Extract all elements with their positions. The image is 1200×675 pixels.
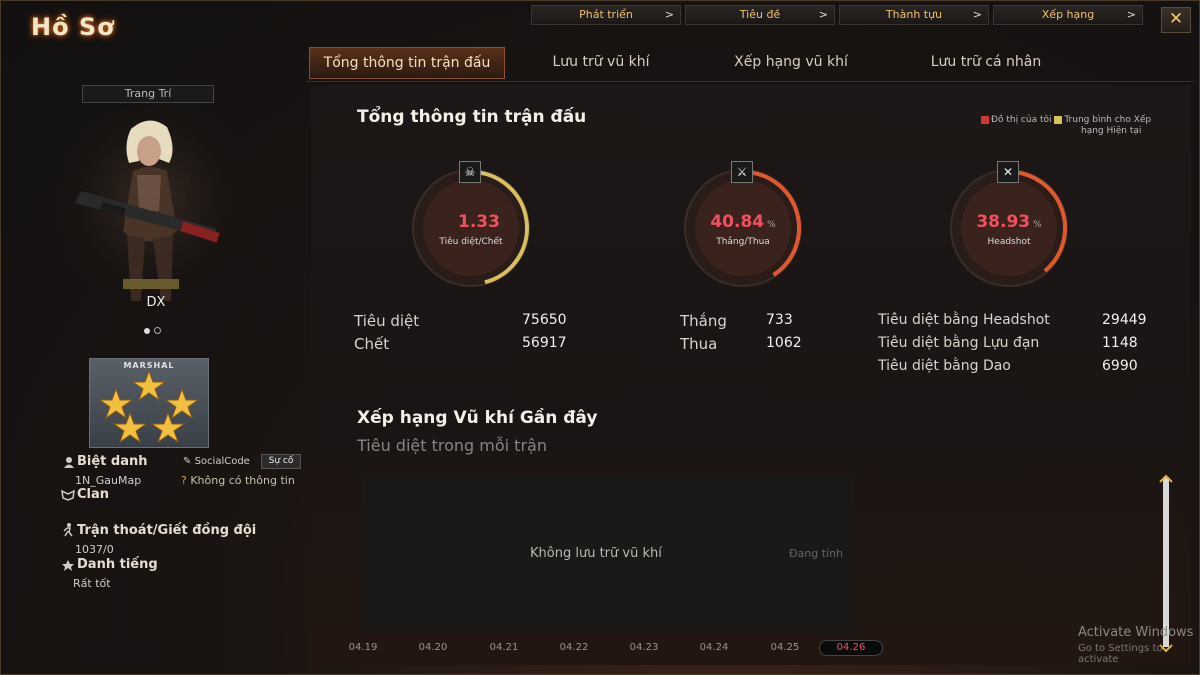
clan-icon (61, 489, 75, 501)
hs-kills-label: Tiêu diệt bằng Headshot (878, 312, 1050, 328)
gauge-kd-number: 1.33 (458, 212, 500, 232)
pager-dot[interactable] (154, 327, 161, 334)
losses-label: Thua (680, 335, 718, 353)
no-info-label: Không có thông tin (190, 474, 295, 487)
activate-windows-subtitle: Go to Settings to activate (1078, 643, 1163, 665)
knife-kills-value: 6990 (1102, 358, 1138, 374)
losses-value: 1062 (766, 335, 802, 351)
date-label[interactable]: 04.21 (484, 642, 524, 653)
kills-label: Tiêu diệt (354, 312, 420, 330)
date-label[interactable]: 04.24 (694, 642, 734, 653)
gauge-headshot-value: 38.93% (957, 212, 1061, 232)
hs-kills-value: 29449 (1102, 312, 1147, 328)
gauge-winrate-value: 40.84% (691, 212, 795, 232)
pager-dot-active[interactable] (144, 328, 150, 334)
tag-icon: ✎ (183, 456, 192, 467)
knife-kills-label: Tiêu diệt bằng Dao (878, 358, 1011, 374)
wins-value: 733 (766, 312, 793, 328)
socialcode-label: ✎ SocialCode (183, 456, 250, 467)
gauge-kd-value: 1.33 (419, 212, 539, 232)
activate-windows-title: Activate Windows (1078, 625, 1194, 640)
clan-label: Clan (77, 487, 110, 502)
grenade-kills-label: Tiêu diệt bằng Lựu đạn (878, 335, 1040, 351)
deaths-label: Chết (354, 335, 390, 353)
recent-ranking-subtitle: Tiêu diệt trong mỗi trận (357, 436, 547, 455)
recent-ranking-title: Xếp hạng Vũ khí Gần đây (357, 408, 598, 428)
date-label[interactable]: 04.25 (765, 642, 805, 653)
date-label[interactable]: 04.22 (554, 642, 594, 653)
scroll-up-icon[interactable] (1159, 473, 1173, 483)
gauge-layer (412, 169, 1068, 287)
scrollbar-track[interactable] (1163, 477, 1169, 647)
rank-badge: MARSHAL (89, 358, 209, 448)
gauge-winrate-label: Thắng/Thua (716, 237, 770, 247)
headshot-icon: ✕ (997, 161, 1019, 183)
grenade-kills-value: 1148 (1102, 335, 1138, 351)
nickname-label: Biệt danh (77, 454, 148, 469)
no-weapon-text: Không lưu trữ vũ khí (530, 546, 662, 561)
rank-stars-icon (98, 369, 200, 444)
deaths-value: 56917 (522, 335, 567, 351)
date-label[interactable]: 04.23 (624, 642, 664, 653)
reputation-value: Rất tốt (73, 577, 111, 590)
reputation-label: Danh tiếng (77, 557, 158, 572)
date-label[interactable]: 04.20 (413, 642, 453, 653)
reputation-icon (62, 560, 74, 571)
skull-icon: ☠ (459, 161, 481, 183)
user-icon (64, 457, 74, 468)
profile-window: Hồ Sơ Phát triển > Tiêu đề > Thành tựu > Xế… (0, 0, 1200, 675)
calculating-text: Đang tính (789, 547, 844, 560)
crossed-rifles-icon: ⚔ (731, 161, 753, 183)
scrollbar-thumb[interactable] (1163, 477, 1169, 647)
escape-kill-team-value: 1037/0 (75, 543, 114, 556)
nickname-value: 1N_GauMap (75, 474, 142, 487)
character-pager[interactable] (144, 319, 165, 338)
running-icon (63, 523, 73, 537)
date-label[interactable]: 04.19 (343, 642, 383, 653)
gauge-headshot-unit: % (1033, 220, 1042, 230)
gauge-kd-label: Tiêu diệt/Chết (439, 237, 503, 247)
gauge-headshot-number: 38.93 (976, 212, 1031, 232)
support-button[interactable]: Sự cố (261, 454, 301, 469)
gauge-winrate-unit: % (767, 220, 776, 230)
date-label-active[interactable]: 04.26 (819, 640, 883, 656)
wins-label: Thắng (680, 312, 727, 330)
kills-value: 75650 (522, 312, 567, 328)
escape-kill-team-label: Trận thoát/Giết đồng đội (77, 523, 257, 538)
gauge-winrate-number: 40.84 (710, 212, 765, 232)
no-info-text: ? Không có thông tin (181, 474, 295, 487)
help-icon: ? (181, 474, 187, 487)
gauge-headshot-label: Headshot (987, 237, 1031, 247)
socialcode-text: SocialCode (194, 456, 250, 467)
